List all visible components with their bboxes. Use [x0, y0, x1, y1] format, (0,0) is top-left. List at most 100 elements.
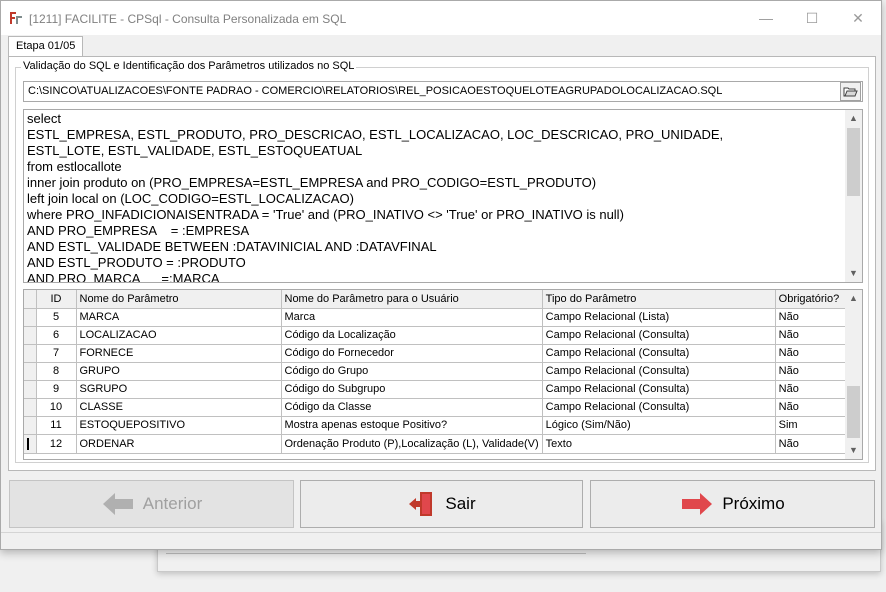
sair-button[interactable]: Sair	[300, 480, 583, 528]
param-type[interactable]: Campo Relacional (Consulta)	[542, 380, 776, 399]
param-name[interactable]: LOCALIZACAO	[76, 326, 282, 345]
sql-scrollbar[interactable]: ▲ ▼	[845, 110, 862, 282]
param-type[interactable]: Campo Relacional (Consulta)	[542, 344, 776, 363]
status-divider	[1, 532, 881, 533]
background-window-divider	[166, 553, 426, 561]
param-user-name[interactable]: Mostra apenas estoque Positivo?	[281, 416, 543, 435]
param-required[interactable]: Não	[775, 398, 848, 417]
param-type[interactable]: Campo Relacional (Consulta)	[542, 362, 776, 381]
sql-file-path-field[interactable]: C:\SINCO\ATUALIZACOES\FONTE PADRAO - COM…	[23, 81, 863, 102]
param-user-name[interactable]: Código da Localização	[281, 326, 543, 345]
param-required[interactable]: Não	[775, 344, 848, 363]
table-row[interactable]: 12 ORDENAR Ordenação Produto (P),Localizaç…	[24, 434, 848, 454]
tab-etapa[interactable]: Etapa 01/05	[8, 36, 83, 57]
edit-cursor-icon	[27, 437, 29, 450]
anterior-label: Anterior	[142, 494, 203, 513]
sql-editor[interactable]: select ESTL_EMPRESA, ESTL_PRODUTO, PRO_DE…	[23, 109, 863, 283]
scroll-thumb[interactable]	[847, 386, 860, 438]
param-required[interactable]: Não	[775, 434, 848, 454]
arrow-right-icon	[682, 493, 713, 515]
parameters-grid[interactable]: ID Nome do Parâmetro Nome do Parâmetro p…	[23, 289, 863, 460]
param-type[interactable]: Texto	[542, 434, 776, 454]
scroll-up-icon[interactable]: ▲	[845, 110, 862, 127]
param-required[interactable]: Sim	[775, 416, 848, 435]
sql-line: select	[27, 111, 61, 126]
grid-header-obrigatorio[interactable]: Obrigatório?	[775, 290, 848, 309]
param-required[interactable]: Não	[775, 362, 848, 381]
param-id[interactable]: 12	[36, 434, 77, 454]
param-id[interactable]: 5	[36, 308, 77, 327]
param-name[interactable]: ORDENAR	[76, 434, 282, 454]
row-indicator[interactable]	[24, 380, 37, 399]
proximo-button[interactable]: Próximo	[590, 480, 875, 528]
exit-door-icon	[409, 492, 433, 516]
grid-scrollbar[interactable]: ▲ ▼	[845, 290, 862, 459]
title-bar[interactable]: [1211] FACILITE - CPSql - Consulta Perso…	[1, 1, 881, 35]
param-name[interactable]: ESTOQUEPOSITIVO	[76, 416, 282, 435]
table-row[interactable]: 5 MARCA Marca Campo Relacional (Lista) Não	[24, 308, 848, 327]
sql-text: select ESTL_EMPRESA, ESTL_PRODUTO, PRO_DE…	[27, 111, 842, 283]
scroll-thumb[interactable]	[847, 128, 860, 196]
row-indicator[interactable]	[24, 362, 37, 381]
param-type[interactable]: Lógico (Sim/Não)	[542, 416, 776, 435]
param-name[interactable]: SGRUPO	[76, 380, 282, 399]
grid-header-row: ID Nome do Parâmetro Nome do Parâmetro p…	[24, 290, 848, 309]
param-required[interactable]: Não	[775, 380, 848, 399]
param-type[interactable]: Campo Relacional (Consulta)	[542, 398, 776, 417]
param-type[interactable]: Campo Relacional (Lista)	[542, 308, 776, 327]
grid-header-tipo[interactable]: Tipo do Parâmetro	[542, 290, 776, 309]
param-user-name[interactable]: Marca	[281, 308, 543, 327]
param-user-name[interactable]: Código da Classe	[281, 398, 543, 417]
param-required[interactable]: Não	[775, 308, 848, 327]
param-name[interactable]: CLASSE	[76, 398, 282, 417]
scroll-down-icon[interactable]: ▼	[845, 442, 862, 459]
table-row[interactable]: 10 CLASSE Código da Classe Campo Relacional…	[24, 398, 848, 417]
param-name[interactable]: MARCA	[76, 308, 282, 327]
grid-header-nome[interactable]: Nome do Parâmetro	[76, 290, 282, 309]
param-name[interactable]: GRUPO	[76, 362, 282, 381]
anterior-button[interactable]: Anterior	[9, 480, 294, 528]
row-indicator[interactable]	[24, 308, 37, 327]
row-indicator[interactable]	[24, 344, 37, 363]
background-window-divider	[426, 553, 586, 561]
minimize-button[interactable]: —	[743, 1, 789, 35]
param-type[interactable]: Campo Relacional (Consulta)	[542, 326, 776, 345]
param-id[interactable]: 8	[36, 362, 77, 381]
row-indicator[interactable]	[24, 326, 37, 345]
grid-header-id[interactable]: ID	[36, 290, 77, 309]
scroll-down-icon[interactable]: ▼	[845, 265, 862, 282]
param-required[interactable]: Não	[775, 326, 848, 345]
table-row[interactable]: 9 SGRUPO Código do Subgrupo Campo Relaciona…	[24, 380, 848, 399]
param-user-name[interactable]: Código do Fornecedor	[281, 344, 543, 363]
row-indicator[interactable]	[24, 398, 37, 417]
table-row[interactable]: 11 ESTOQUEPOSITIVO Mostra apenas estoque P…	[24, 416, 848, 435]
param-id[interactable]: 10	[36, 398, 77, 417]
window-title: [1211] FACILITE - CPSql - Consulta Perso…	[29, 12, 347, 26]
app-logo-icon	[10, 12, 22, 24]
param-user-name[interactable]: Código do Grupo	[281, 362, 543, 381]
param-id[interactable]: 9	[36, 380, 77, 399]
sql-line: where PRO_INFADICIONAISENTRADA = 'True' …	[27, 207, 624, 222]
table-row[interactable]: 7 FORNECE Código do Fornecedor Campo Relaci…	[24, 344, 848, 363]
table-row[interactable]: 6 LOCALIZACAO Código da Localização Campo R…	[24, 326, 848, 345]
param-id[interactable]: 11	[36, 416, 77, 435]
param-user-name[interactable]: Código do Subgrupo	[281, 380, 543, 399]
param-id[interactable]: 6	[36, 326, 77, 345]
close-button[interactable]: ✕	[835, 1, 881, 35]
param-id[interactable]: 7	[36, 344, 77, 363]
maximize-button[interactable]: ☐	[789, 1, 835, 35]
grid-header-usuario[interactable]: Nome do Parâmetro para o Usuário	[281, 290, 543, 309]
row-indicator[interactable]	[24, 416, 37, 435]
sql-line: AND PRO_MARCA =:MARCA	[27, 271, 220, 283]
param-name[interactable]: FORNECE	[76, 344, 282, 363]
row-indicator[interactable]	[24, 434, 37, 454]
sair-label: Sair	[445, 494, 476, 513]
open-file-icon[interactable]	[840, 82, 861, 101]
group-label: Validação do SQL e Identificação dos Par…	[21, 60, 357, 72]
sql-line: ESTL_LOTE, ESTL_VALIDADE, ESTL_ESTOQUEAT…	[27, 143, 363, 158]
scroll-up-icon[interactable]: ▲	[845, 290, 862, 307]
param-user-name[interactable]: Ordenação Produto (P),Localização (L), V…	[281, 434, 543, 454]
table-row[interactable]: 8 GRUPO Código do Grupo Campo Relacional (C…	[24, 362, 848, 381]
sql-line: AND ESTL_VALIDADE BETWEEN :DATAVINICIAL …	[27, 239, 437, 254]
sql-line: ESTL_EMPRESA, ESTL_PRODUTO, PRO_DESCRICA…	[27, 127, 724, 142]
